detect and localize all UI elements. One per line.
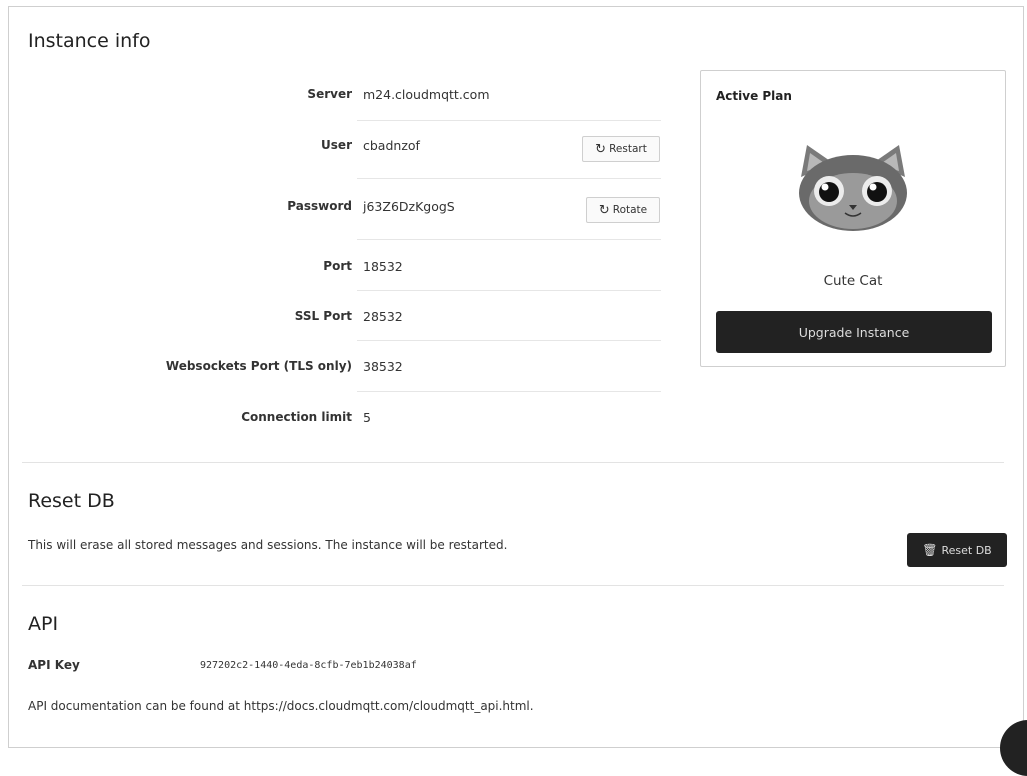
refresh-icon: ↻ (598, 202, 610, 218)
instance-info-title: Instance info (28, 30, 151, 52)
row-divider (357, 178, 661, 179)
reset-db-button[interactable]: 🗑 Reset DB (907, 533, 1007, 567)
row-divider (357, 239, 661, 240)
user-label: User (321, 138, 352, 152)
restart-label: Restart (609, 143, 647, 155)
row-divider (357, 120, 661, 121)
rotate-label: Rotate (612, 204, 648, 216)
password-value: j63Z6DzKgogS (363, 199, 455, 214)
api-docs-text: API documentation can be found at https:… (28, 699, 534, 713)
restart-button[interactable]: ↻ Restart (582, 136, 660, 162)
user-value: cbadnzof (363, 138, 420, 153)
ssl-port-label: SSL Port (294, 309, 352, 323)
row-divider (357, 340, 661, 341)
ssl-port-value: 28532 (363, 309, 403, 324)
reset-db-title: Reset DB (28, 490, 115, 512)
active-plan-card: Active Plan Cute Cat Upgrade Instance (700, 70, 1006, 367)
row-divider (357, 391, 661, 392)
api-key-value: 927202c2-1440-4eda-8cfb-7eb1b24038af (200, 660, 417, 671)
cat-mascot-icon (799, 145, 907, 231)
server-label: Server (307, 87, 352, 101)
connection-limit-label: Connection limit (241, 410, 352, 424)
port-value: 18532 (363, 259, 403, 274)
port-label: Port (323, 259, 352, 273)
upgrade-instance-button[interactable]: Upgrade Instance (716, 311, 992, 353)
server-value: m24.cloudmqtt.com (363, 87, 490, 102)
password-label: Password (287, 199, 352, 213)
connection-limit-value: 5 (363, 410, 371, 425)
refresh-icon: ↻ (595, 141, 607, 157)
section-divider (22, 585, 1004, 586)
reset-db-description: This will erase all stored messages and … (28, 538, 508, 552)
row-divider (357, 290, 661, 291)
section-divider (22, 462, 1004, 463)
reset-db-button-label: Reset DB (941, 543, 992, 557)
trash-icon: 🗑 (922, 543, 938, 557)
rotate-button[interactable]: ↻ Rotate (586, 197, 660, 223)
api-key-label: API Key (28, 658, 80, 672)
api-title: API (28, 613, 59, 635)
websockets-port-label: Websockets Port (TLS only) (165, 359, 352, 373)
websockets-port-value: 38532 (363, 359, 403, 374)
plan-name: Cute Cat (823, 273, 883, 289)
active-plan-title: Active Plan (716, 89, 792, 103)
